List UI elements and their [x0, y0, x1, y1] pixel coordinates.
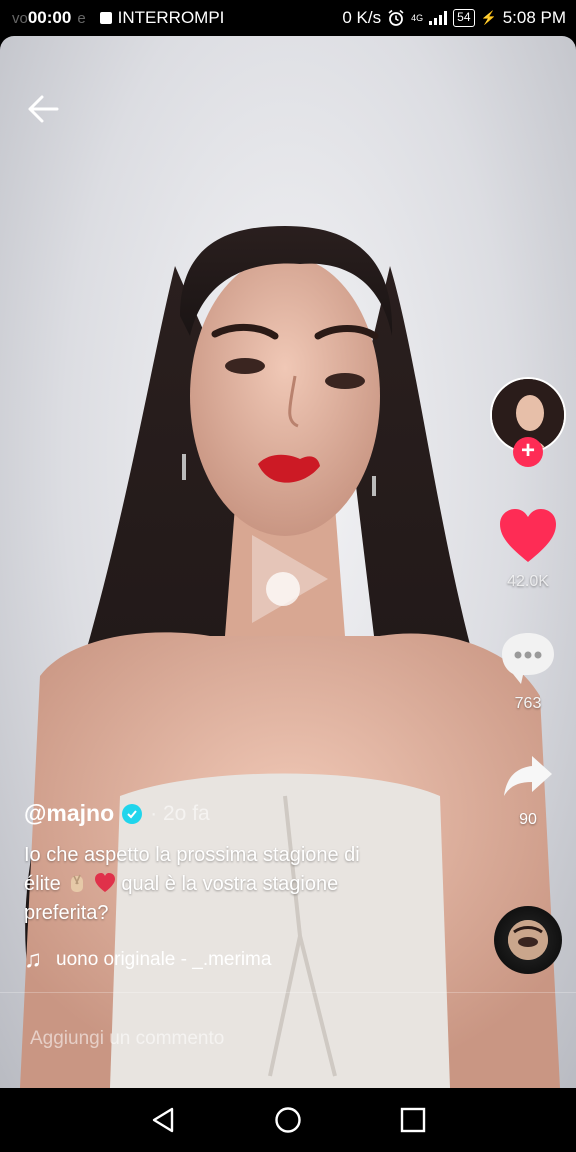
nav-recents-button[interactable] [393, 1100, 433, 1140]
music-note-icon: ♫ [24, 946, 42, 973]
like-count: 42.0K [507, 573, 549, 590]
status-ghost-text: vo [12, 9, 28, 27]
follow-button[interactable]: + [513, 437, 543, 467]
nav-recents-icon [401, 1107, 426, 1133]
network-type: 4G [411, 13, 424, 23]
comment-count: 763 [514, 695, 542, 712]
status-bar: vo 00:00 e INTERROMPI 0 K/s 4G 54 ⚡ 5:08… [0, 0, 576, 36]
caption-block: @majno · 2o fa Io che aspetto la prossim… [24, 800, 444, 974]
recording-timer: 00:00 [27, 8, 72, 27]
status-left: vo 00:00 e INTERROMPI [12, 8, 224, 28]
share-button[interactable]: 90 [496, 752, 560, 829]
caption-text: Io che aspetto la prossima stagione di é… [24, 841, 444, 928]
music-row[interactable]: ♫ uono originale - _.merima [24, 946, 444, 974]
caption-line-2a: élite [24, 873, 61, 895]
heart-icon [500, 509, 556, 562]
alarm-icon [388, 9, 404, 26]
sound-disc-button[interactable] [494, 906, 562, 974]
signal-icon [429, 11, 448, 25]
network-speed: 0 K/s [342, 8, 382, 27]
post-time: · 2o fa [150, 801, 210, 825]
share-count: 90 [519, 811, 537, 828]
status-ghost-text-2: e [77, 9, 86, 27]
caption-line-2: élite qual è la vostra stagione [24, 870, 444, 899]
comment-divider [0, 992, 576, 993]
nav-home-button[interactable] [268, 1100, 308, 1140]
crossed-fingers-emoji-icon [71, 874, 84, 892]
comment-button[interactable]: 763 [496, 630, 560, 713]
battery-level: 54 [453, 9, 475, 27]
music-title[interactable]: uono originale - _.merima [56, 949, 271, 971]
caption-line-3: preferita? [24, 902, 109, 924]
verified-badge-icon [122, 803, 143, 824]
play-icon[interactable] [246, 531, 332, 627]
nav-back-icon [152, 1107, 173, 1133]
caption-line-1: Io che aspetto la prossima stagione di [24, 844, 360, 866]
clock: 5:08 PM [502, 8, 566, 27]
heart-emoji-icon [94, 873, 115, 892]
nav-home-icon [275, 1107, 301, 1133]
charging-icon: ⚡ [480, 10, 497, 25]
username-row: @majno · 2o fa [24, 800, 444, 827]
sound-disc-thumbnail [508, 920, 548, 960]
caption-line-2b: qual è la vostra stagione [121, 873, 339, 895]
add-comment-input[interactable]: Aggiungi un commento [30, 1028, 224, 1050]
system-nav-bar [0, 1088, 576, 1152]
stop-recording-icon[interactable] [99, 12, 112, 24]
nav-back-button[interactable] [143, 1100, 183, 1140]
like-button[interactable]: 42.0K [496, 508, 560, 591]
back-button[interactable] [24, 90, 62, 128]
comment-icon [502, 633, 554, 684]
stop-recording-button[interactable]: INTERROMPI [118, 8, 225, 28]
status-right: 0 K/s 4G 54 ⚡ 5:08 PM [342, 8, 566, 28]
username-link[interactable]: @majno [24, 800, 114, 827]
share-arrow-icon [504, 756, 552, 796]
